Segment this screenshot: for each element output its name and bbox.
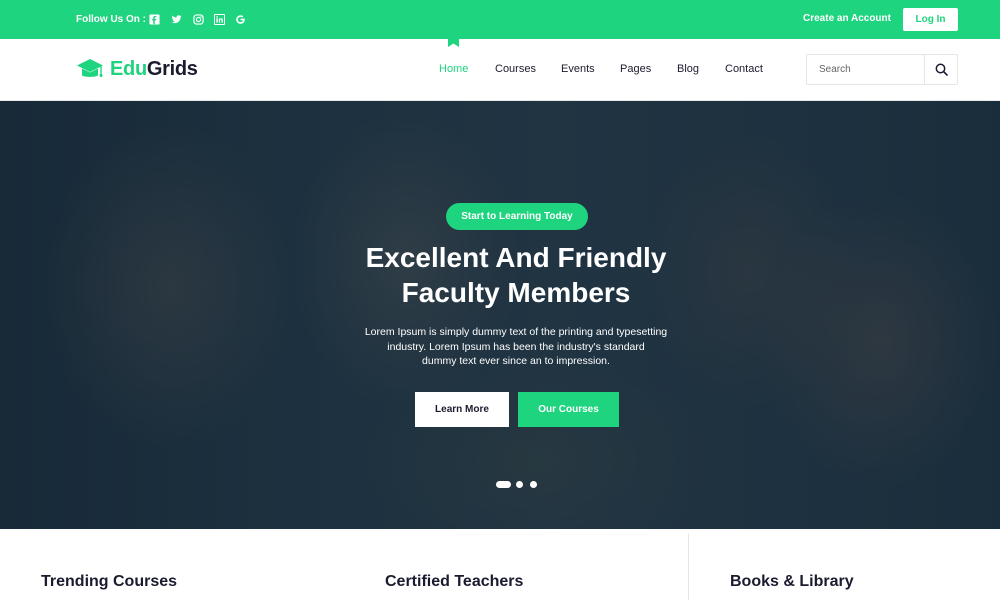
brand-name-part2: Grids [146,58,198,80]
nav-item-contact[interactable]: Contact [725,63,763,75]
linkedin-icon[interactable] [213,13,225,25]
feature-divider [688,533,689,600]
feature-trending-courses: Trending Courses [41,573,178,590]
nav-item-courses[interactable]: Courses [495,63,536,75]
nav-item-blog[interactable]: Blog [677,63,699,75]
follow-us-label: Follow Us On : [76,14,146,25]
brand-name-part1: Edu [110,58,147,80]
nav-item-home[interactable]: Home [439,63,468,75]
learn-more-button[interactable]: Learn More [415,392,509,427]
feature-certified-teachers: Certified Teachers [385,573,524,590]
active-nav-marker-icon [448,39,459,47]
hero-description-line3: dummy text ever since an to impression. [422,355,610,367]
slider-dot-1[interactable] [496,481,511,488]
search-icon [935,63,948,76]
feature-books-library: Books & Library [730,573,854,590]
instagram-icon[interactable] [192,13,204,25]
hero-description-line1: Lorem Ipsum is simply dummy text of the … [364,326,668,338]
hero-title: Excellent And Friendly Faculty Members [250,240,782,310]
our-courses-button[interactable]: Our Courses [518,392,619,427]
login-button[interactable]: Log In [903,8,958,31]
facebook-icon[interactable] [148,13,160,25]
search-input[interactable] [807,55,924,84]
hero-title-line2: Faculty Members [401,277,631,308]
hero-slider: Start to Learning Today Excellent And Fr… [0,101,1000,529]
nav-item-pages[interactable]: Pages [620,63,651,75]
hero-description: Lorem Ipsum is simply dummy text of the … [340,325,692,369]
search-button[interactable] [924,55,957,84]
slider-dot-3[interactable] [530,481,537,488]
hero-description-line2: industry. Lorem Ipsum has been the indus… [387,340,645,353]
twitter-icon[interactable] [170,13,182,25]
hero-badge[interactable]: Start to Learning Today [446,203,588,230]
hero-title-line1: Excellent And Friendly [365,242,667,273]
slider-dot-2[interactable] [516,481,523,488]
brand-logo[interactable]: EduGrids [110,58,198,81]
google-icon[interactable] [234,13,246,25]
hero-overlay [0,101,1000,529]
nav-item-events[interactable]: Events [561,63,595,75]
create-account-link[interactable]: Create an Account [803,13,891,24]
graduation-cap-icon [77,59,103,77]
search-box [806,54,958,85]
